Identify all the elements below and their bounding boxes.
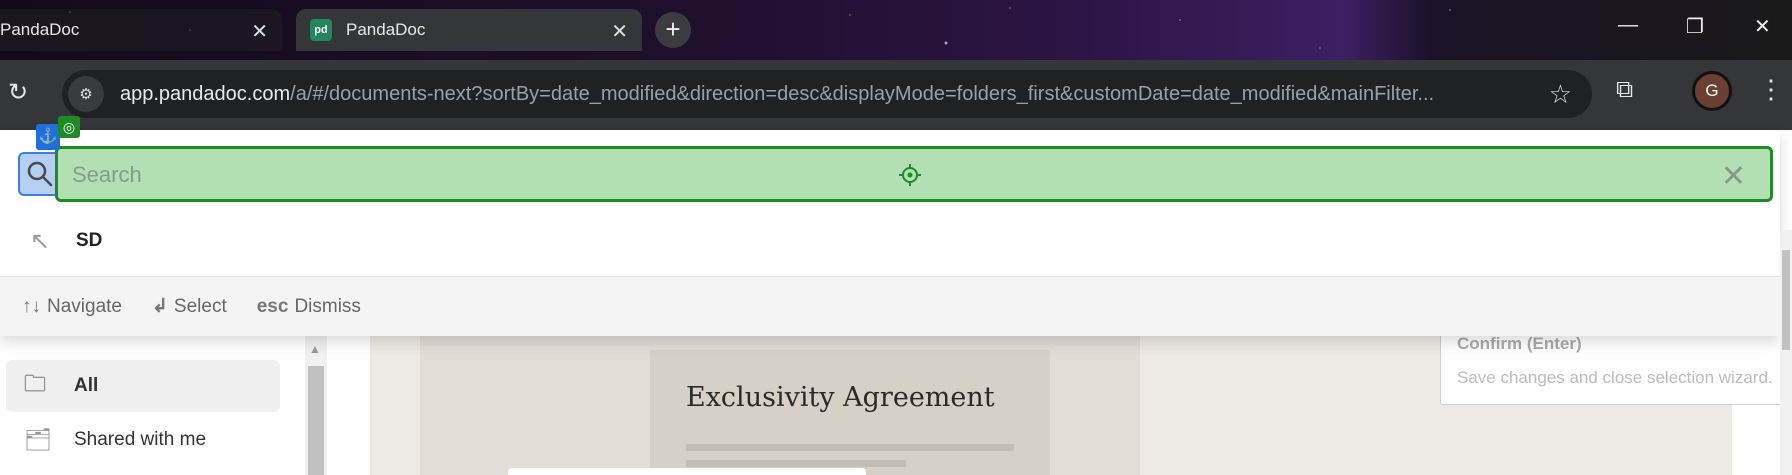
scroll-up-icon[interactable]: ▲ bbox=[309, 342, 321, 356]
hint-select: ↲ Select bbox=[152, 295, 227, 318]
sidebar-scrollbar[interactable]: ▲ bbox=[305, 336, 327, 475]
site-settings-icon[interactable]: ⚙ bbox=[68, 76, 104, 112]
close-tab-icon[interactable]: ✕ bbox=[611, 19, 628, 44]
shared-folder-icon: 🗂 bbox=[24, 427, 52, 452]
search-result-item[interactable]: ↖ SD bbox=[0, 208, 1780, 274]
folder-icon: 🗀 bbox=[24, 371, 47, 396]
page-scrollbar[interactable] bbox=[1780, 230, 1792, 475]
anchor-icon: ⚓ bbox=[36, 124, 60, 150]
sidebar-item-all[interactable]: 🗀 All bbox=[6, 360, 280, 412]
card-footer bbox=[508, 468, 866, 475]
tooltip-description: Save changes and close selection wizard. bbox=[1457, 368, 1773, 387]
extensions-puzzle-icon[interactable]: ⧉ bbox=[1616, 76, 1633, 104]
document-thumbnail[interactable]: Exclusivity Agreement bbox=[650, 350, 1050, 475]
target-icon: ◎ bbox=[58, 116, 80, 138]
browser-tab-active[interactable]: pd PandaDoc ✕ bbox=[296, 9, 642, 51]
hint-label: Select bbox=[173, 296, 227, 317]
tooltip-title: Confirm (Enter) bbox=[1457, 334, 1582, 353]
sidebar-item-label: Shared with me bbox=[74, 429, 207, 450]
hint-label: Navigate bbox=[47, 295, 122, 317]
hint-label: Dismiss bbox=[294, 295, 361, 317]
hint-navigate: ↑↓ Navigate bbox=[22, 296, 122, 318]
scrollbar-thumb[interactable] bbox=[308, 366, 324, 475]
address-bar[interactable]: ⚙ app.pandadoc.com/a/#/documents-next?so… bbox=[62, 70, 1592, 118]
documents-page: 🗀 All 🗂 Shared with me ▲ Exclusivity Agr… bbox=[0, 321, 1792, 475]
search-field[interactable]: ✕ bbox=[55, 146, 1773, 202]
close-window-icon[interactable]: ✕ bbox=[1754, 14, 1771, 39]
restore-icon[interactable]: ❐ bbox=[1686, 14, 1704, 39]
document-title: Exclusivity Agreement bbox=[686, 382, 995, 413]
sidebar-item-label: All bbox=[74, 375, 99, 396]
keyboard-hints: ↑↓ Navigate ↲ Select esc Dismiss bbox=[0, 276, 1780, 336]
scrollbar-thumb[interactable] bbox=[1782, 250, 1790, 350]
folders-sidebar: 🗀 All 🗂 Shared with me bbox=[0, 336, 305, 475]
search-palette: ⚓ ◎ ✕ ↖ SD bbox=[0, 116, 1780, 336]
pandadoc-favicon-icon: pd bbox=[310, 19, 332, 41]
sidebar-item-shared[interactable]: 🗂 Shared with me bbox=[6, 414, 280, 466]
browser-toolbar: ↻ ⚙ app.pandadoc.com/a/#/documents-next?… bbox=[0, 60, 1792, 130]
hint-key: ↑↓ bbox=[22, 295, 41, 317]
text-line bbox=[686, 460, 906, 467]
tab-title: PandaDoc bbox=[346, 20, 426, 39]
browser-tab[interactable]: PandaDoc ✕ bbox=[0, 9, 282, 51]
result-label: SD bbox=[76, 230, 103, 251]
bookmark-star-icon[interactable]: ☆ bbox=[1549, 79, 1572, 110]
search-row: ⚓ ◎ ✕ bbox=[0, 116, 1780, 202]
hint-dismiss: esc Dismiss bbox=[257, 296, 361, 318]
minimize-icon[interactable]: — bbox=[1618, 14, 1638, 37]
more-menu-icon[interactable]: ⋮ bbox=[1758, 74, 1784, 105]
url-path: /a/#/documents-next?sortBy=date_modified… bbox=[290, 82, 1435, 105]
new-tab-button[interactable]: + bbox=[655, 12, 691, 48]
clear-search-icon[interactable]: ✕ bbox=[1721, 159, 1746, 194]
reload-icon[interactable]: ↻ bbox=[8, 78, 28, 107]
search-input[interactable] bbox=[72, 159, 1672, 191]
hint-key: esc bbox=[256, 295, 289, 317]
tab-title: PandaDoc bbox=[0, 20, 80, 39]
hint-key: ↲ bbox=[152, 296, 168, 317]
browser-titlebar: PandaDoc ✕ pd PandaDoc ✕ + — ❐ ✕ bbox=[0, 0, 1792, 60]
url-host: app.pandadoc.com bbox=[120, 82, 291, 105]
profile-avatar[interactable]: G bbox=[1692, 71, 1732, 111]
close-tab-icon[interactable]: ✕ bbox=[251, 19, 268, 44]
crosshair-icon bbox=[898, 163, 922, 192]
url-text[interactable]: app.pandadoc.com/a/#/documents-next?sort… bbox=[120, 83, 1520, 106]
arrow-up-left-icon: ↖ bbox=[30, 227, 51, 255]
text-line bbox=[686, 444, 1014, 451]
